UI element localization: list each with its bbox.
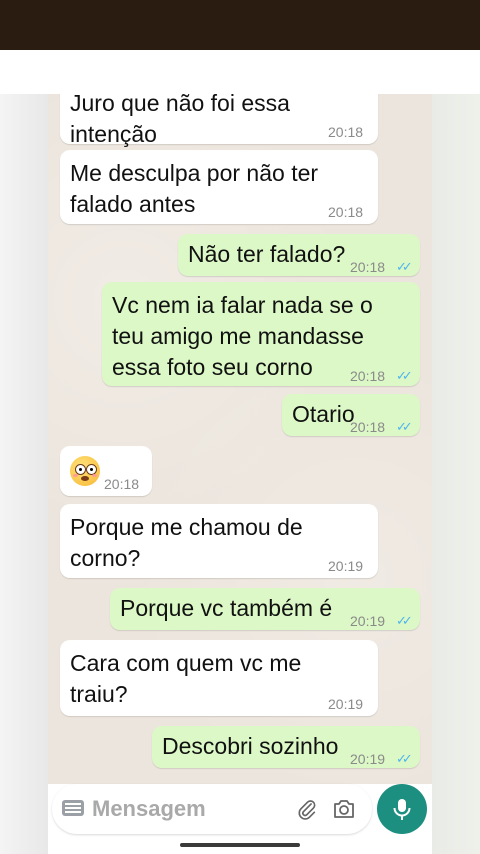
paperclip-icon[interactable] — [296, 798, 318, 820]
double-check-icon: ✓✓ — [396, 613, 413, 628]
message-text: Cara com quem vc me traiu? — [70, 650, 302, 707]
message-time: 20:19 — [350, 613, 386, 629]
double-check-icon: ✓✓ — [396, 751, 413, 766]
message-bubble[interactable]: 20:18 — [60, 446, 152, 496]
message-bubble[interactable]: Me desculpa por não ter falado antes 20:… — [60, 150, 378, 224]
message-text: Não ter falado? — [188, 241, 346, 267]
navigation-handle[interactable] — [180, 843, 300, 847]
message-time: 20:19 — [328, 696, 364, 712]
message-text: Juro que não foi essa intenção — [70, 94, 290, 147]
message-time: 20:19 — [350, 751, 386, 767]
message-bubble[interactable]: Vc nem ia falar nada se o teu amigo me m… — [102, 282, 420, 386]
message-bubble[interactable]: Juro que não foi essa intenção 20:18 — [60, 94, 378, 147]
double-check-icon: ✓✓ — [396, 368, 413, 383]
message-bubble[interactable]: Descobri sozinho 20:19 ✓✓ — [152, 726, 420, 768]
header-band — [0, 50, 480, 94]
keyboard-icon[interactable] — [62, 800, 84, 816]
message-text: Me desculpa por não ter falado antes — [70, 160, 319, 217]
message-bubble[interactable]: Porque me chamou de corno? 20:19 — [60, 504, 378, 578]
flushed-face-icon — [70, 456, 100, 486]
status-bar — [0, 0, 480, 50]
message-text: Porque vc também é — [120, 595, 333, 621]
message-input[interactable]: Mensagem — [92, 796, 206, 822]
message-time: 20:18 — [104, 476, 140, 492]
double-check-icon: ✓✓ — [396, 419, 413, 434]
message-time: 20:18 — [328, 204, 364, 220]
message-text: Vc nem ia falar nada se o teu amigo me m… — [112, 292, 373, 380]
message-time: 20:18 — [350, 368, 386, 384]
message-text: Descobri sozinho — [162, 733, 339, 759]
microphone-button[interactable] — [377, 784, 427, 834]
message-time: 20:18 — [350, 259, 386, 275]
message-time: 20:18 — [328, 124, 364, 140]
message-time: 20:19 — [328, 558, 364, 574]
message-text: Otario — [292, 401, 355, 427]
message-input-bar[interactable]: Mensagem — [52, 784, 372, 834]
double-check-icon: ✓✓ — [396, 259, 413, 274]
camera-icon[interactable] — [332, 798, 356, 820]
right-margin — [432, 94, 480, 854]
message-text: Porque me chamou de corno? — [70, 514, 303, 571]
left-margin — [0, 94, 48, 854]
message-bubble[interactable]: Não ter falado? 20:18 ✓✓ — [178, 234, 420, 276]
chat-area[interactable]: Juro que não foi essa intenção 20:18 Me … — [48, 94, 432, 784]
message-bubble[interactable]: Cara com quem vc me traiu? 20:19 — [60, 640, 378, 716]
microphone-icon — [393, 799, 411, 820]
message-bubble[interactable]: Porque vc também é 20:19 ✓✓ — [110, 588, 420, 630]
message-time: 20:18 — [350, 419, 386, 435]
message-bubble[interactable]: Otario 20:18 ✓✓ — [282, 394, 420, 436]
